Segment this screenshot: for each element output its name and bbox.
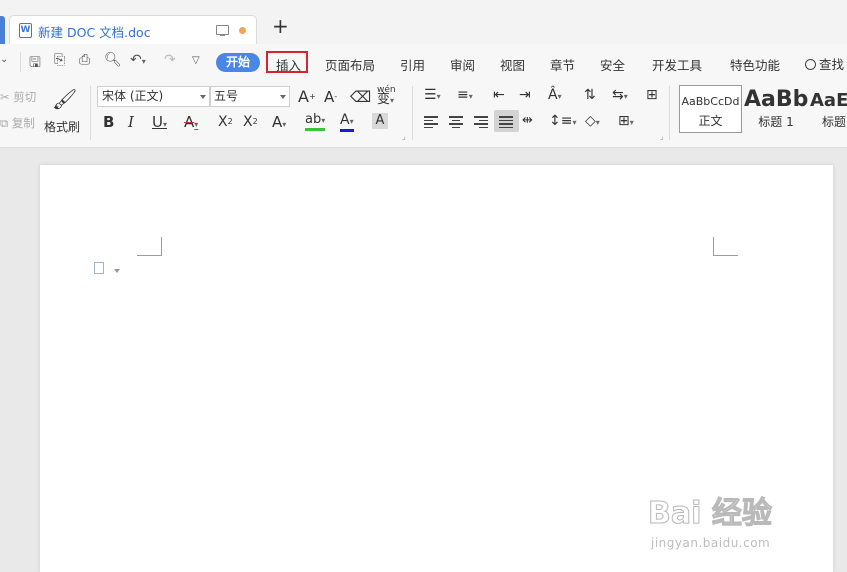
new-tab-button[interactable]: + [272, 16, 289, 36]
copy-button[interactable]: ⧉ 复制 [0, 115, 35, 131]
bullet-list-icon[interactable]: ☰▾ [424, 87, 441, 105]
line-spacing-icon[interactable]: ↕≡▾ [549, 113, 576, 131]
increase-indent-icon[interactable]: ⇥ [519, 87, 531, 103]
chevron-down-icon[interactable] [114, 269, 120, 273]
subscript-button[interactable]: X2 [243, 114, 258, 130]
style-name: 正文 [698, 114, 723, 128]
underline-button[interactable]: U▾ [152, 114, 167, 133]
tab-developer-tools[interactable]: 开发工具 [652, 55, 702, 74]
scissors-icon: ✂ [0, 90, 10, 104]
superscript-button[interactable]: X2 [218, 114, 233, 130]
style-normal[interactable]: AaBbCcDd 正文 [679, 85, 742, 133]
shading-fill-icon[interactable]: ◇▾ [585, 113, 600, 131]
format-painter-button[interactable]: 格式刷 [44, 118, 80, 135]
tab-security[interactable]: 安全 [600, 55, 625, 74]
margin-corner-top-left [137, 237, 162, 256]
document-tab-title: 新建 DOC 文档.doc [38, 25, 151, 40]
ribbon: ⌄ 🖫 ⎘ ⎙ 🔍︎ ↶▾ ↷ ▽ 开始 插入 页面布局 引用 审阅 视图 章节… [0, 44, 847, 148]
font-color-button[interactable]: A▾ [340, 113, 354, 132]
phonetic-guide-icon[interactable]: wén 变▾ [377, 85, 396, 106]
paragraph-layout-icon[interactable] [94, 262, 104, 274]
margin-corner-top-right [713, 237, 738, 256]
previous-tab-stub[interactable] [0, 16, 5, 44]
paragraph-dialog-launcher-icon[interactable]: ⌟ [660, 132, 664, 141]
document-tab[interactable]: W 新建 DOC 文档.doc [9, 15, 257, 45]
show-hide-marks-icon[interactable]: ⇆▾ [612, 87, 628, 105]
search-icon [805, 59, 816, 70]
strikethrough-button[interactable]: A▾ [184, 114, 198, 133]
display-mode-icon[interactable] [216, 25, 229, 36]
shrink-font-icon[interactable]: A- [324, 89, 337, 105]
sort-icon[interactable]: ⇅ [584, 87, 596, 103]
borders-icon[interactable]: ⊞▾ [618, 113, 634, 131]
chevron-down-icon [200, 95, 206, 99]
style-sample: AaE [810, 90, 847, 111]
quick-access-chevron-icon[interactable]: ⌄ [0, 54, 8, 65]
divider [90, 86, 91, 140]
align-right-icon[interactable] [474, 116, 488, 128]
customize-quick-access-icon[interactable]: ▽ [192, 55, 200, 66]
align-left-icon[interactable] [424, 116, 438, 128]
tab-page-layout[interactable]: 页面布局 [325, 55, 375, 74]
tab-bar: W 新建 DOC 文档.doc + [0, 0, 847, 45]
grow-font-icon[interactable]: A+ [298, 89, 316, 105]
numbered-list-icon[interactable]: ≡▾ [457, 87, 473, 105]
italic-button[interactable]: I [128, 114, 134, 130]
chevron-down-icon [280, 95, 286, 99]
character-shading-button[interactable]: A [372, 113, 388, 129]
cut-label: 剪切 [13, 90, 37, 104]
distributed-align-icon[interactable]: ⇹ [522, 113, 533, 129]
tab-references[interactable]: 引用 [400, 55, 425, 74]
redo-icon[interactable]: ↷ [164, 52, 176, 68]
font-size-select[interactable]: 五号 [210, 86, 290, 107]
tab-insert[interactable]: 插入 [276, 55, 301, 74]
tab-special-features[interactable]: 特色功能 [730, 55, 780, 74]
print-icon[interactable]: ⎙ [79, 52, 90, 68]
style-name: 标题 [822, 115, 847, 129]
clear-format-icon[interactable]: ⌫ [350, 89, 371, 105]
style-heading[interactable]: AaE 标题 [810, 85, 847, 133]
export-pdf-icon[interactable]: ⎘ [54, 52, 65, 68]
search-label: 查找 [819, 57, 845, 72]
copy-icon: ⧉ [0, 116, 9, 130]
bold-button[interactable]: B [103, 114, 114, 130]
align-center-icon[interactable] [449, 116, 463, 128]
cut-button[interactable]: ✂ 剪切 [0, 89, 36, 105]
chinese-layout-icon[interactable]: Â▾ [548, 87, 562, 105]
tab-chapter[interactable]: 章节 [550, 55, 575, 74]
font-family-value: 宋体 (正文) [102, 89, 164, 103]
word-doc-icon: W [19, 23, 32, 38]
table-border-icon[interactable]: ⊞ [646, 87, 658, 103]
text-effects-button[interactable]: A▾ [272, 114, 286, 133]
document-page[interactable] [40, 165, 833, 572]
font-family-select[interactable]: 宋体 (正文) [97, 86, 210, 107]
font-size-value: 五号 [214, 89, 239, 103]
style-name: 标题 1 [758, 115, 794, 129]
search-button[interactable]: 查找 [805, 54, 844, 73]
font-dialog-launcher-icon[interactable]: ⌟ [402, 132, 406, 141]
print-preview-icon[interactable]: 🔍︎ [104, 52, 122, 68]
save-icon[interactable]: 🖫 [29, 52, 41, 76]
tab-review[interactable]: 审阅 [450, 55, 475, 74]
style-sample: AaBb [744, 87, 809, 112]
divider [669, 86, 670, 140]
divider [20, 52, 21, 72]
unsaved-indicator [239, 27, 246, 34]
style-sample: AaBbCcDd [681, 95, 740, 108]
highlight-button[interactable]: ab▾ [305, 113, 326, 131]
undo-icon[interactable]: ↶▾ [130, 52, 146, 68]
divider [412, 86, 413, 140]
justify-icon [499, 116, 513, 128]
style-heading-1[interactable]: AaBb 标题 1 [744, 85, 808, 133]
copy-label: 复制 [11, 116, 35, 130]
tab-start[interactable]: 开始 [216, 53, 260, 72]
decrease-indent-icon[interactable]: ⇤ [493, 87, 505, 103]
format-painter-icon[interactable]: 🖌︎ [52, 88, 77, 110]
tab-view[interactable]: 视图 [500, 55, 525, 74]
